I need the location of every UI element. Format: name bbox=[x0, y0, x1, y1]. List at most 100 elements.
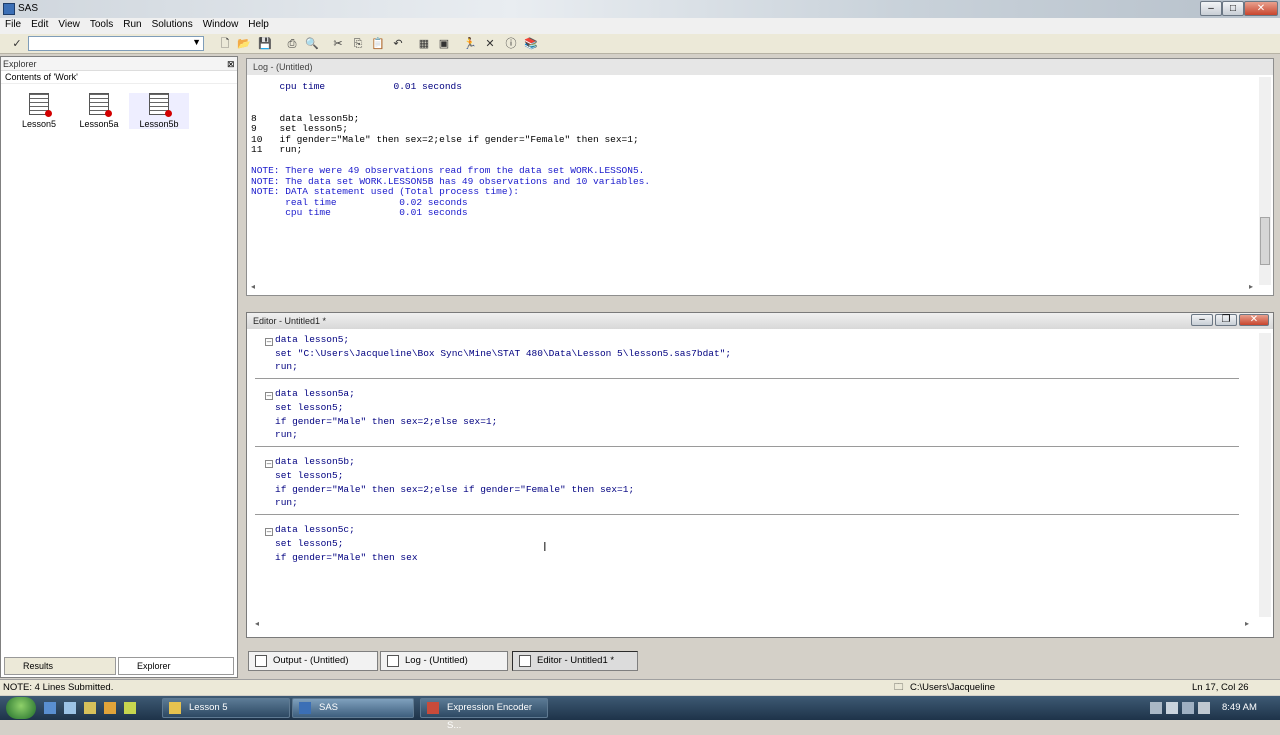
close-icon[interactable]: ⊠ bbox=[227, 59, 235, 70]
copy-icon[interactable]: ⎘ bbox=[351, 37, 365, 51]
editor-restore-button[interactable]: ❐ bbox=[1215, 314, 1237, 326]
collapse-icon[interactable]: – bbox=[265, 528, 273, 537]
code-line: set lesson5; bbox=[275, 538, 344, 549]
tab-results[interactable]: Results bbox=[4, 657, 116, 675]
editor-close-button[interactable]: ✕ bbox=[1239, 314, 1269, 326]
scroll-left-icon[interactable]: ◂ bbox=[251, 282, 255, 291]
menu-solutions[interactable]: Solutions bbox=[147, 18, 198, 31]
close-button[interactable]: ✕ bbox=[1244, 1, 1278, 16]
code-line: if gender="Male" then sex bbox=[275, 551, 418, 563]
print-icon[interactable]: ⎙ bbox=[285, 37, 299, 51]
log-line: 10 if gender="Male" then sex=2;else if g… bbox=[251, 133, 639, 145]
code-line: set "C:\Users\Jacqueline\Box Sync\Mine\S… bbox=[275, 347, 732, 359]
tab-log[interactable]: Log - (Untitled) bbox=[380, 651, 508, 671]
libraries-icon[interactable]: ▦ bbox=[417, 37, 431, 51]
quicklaunch-desktop-icon[interactable] bbox=[64, 702, 76, 714]
scroll-left-icon[interactable]: ◂ bbox=[255, 619, 259, 628]
log-scroll-thumb[interactable] bbox=[1260, 217, 1270, 265]
code-line: set lesson5; bbox=[275, 402, 344, 413]
collapse-icon[interactable]: – bbox=[265, 392, 273, 401]
checkmark-icon[interactable]: ✓ bbox=[10, 37, 24, 51]
taskbar-label: SAS bbox=[319, 702, 339, 713]
explorer-title: Explorer bbox=[1, 57, 237, 71]
explorer-icon[interactable]: ▣ bbox=[437, 37, 451, 51]
menu-file[interactable]: File bbox=[0, 18, 26, 31]
taskbar-item-sas[interactable]: SAS bbox=[292, 698, 414, 718]
tab-explorer-label: Explorer bbox=[137, 661, 171, 671]
tab-output[interactable]: Output - (Untitled) bbox=[248, 651, 378, 671]
minimize-button[interactable]: – bbox=[1200, 1, 1222, 16]
log-scrollbar[interactable] bbox=[1259, 77, 1271, 285]
scroll-right-icon[interactable]: ▸ bbox=[1245, 619, 1249, 628]
collapse-icon[interactable]: – bbox=[265, 460, 273, 469]
text-cursor-icon: I bbox=[543, 539, 547, 554]
quicklaunch-chrome-icon[interactable] bbox=[124, 702, 136, 714]
menu-tools[interactable]: Tools bbox=[85, 18, 118, 31]
log-line: cpu time 0.01 seconds bbox=[251, 207, 468, 218]
clock[interactable]: 8:49 AM bbox=[1222, 702, 1257, 713]
log-window-icon bbox=[387, 655, 399, 667]
menu-bar: File Edit View Tools Run Solutions Window Help bbox=[0, 18, 1280, 34]
collapse-icon[interactable]: – bbox=[265, 338, 273, 346]
maximize-button[interactable]: □ bbox=[1222, 1, 1244, 16]
paste-icon[interactable]: 📋 bbox=[371, 37, 385, 51]
dataset-label: Lesson5 bbox=[21, 119, 57, 129]
menu-help[interactable]: Help bbox=[243, 18, 274, 31]
scroll-right-icon[interactable]: ▸ bbox=[1249, 282, 1253, 291]
dataset-item[interactable]: Lesson5a bbox=[69, 93, 129, 129]
sas-app-icon bbox=[3, 3, 15, 15]
menu-view[interactable]: View bbox=[53, 18, 85, 31]
log-window[interactable]: Log - (Untitled) cpu time 0.01 seconds 8 … bbox=[246, 58, 1274, 296]
chevron-down-icon[interactable]: ▼ bbox=[192, 37, 201, 47]
quicklaunch-ie-icon[interactable] bbox=[44, 702, 56, 714]
editor-window[interactable]: Editor - Untitled1 * – ❐ ✕ – data lesson5… bbox=[246, 312, 1274, 638]
tab-editor[interactable]: Editor - Untitled1 * bbox=[512, 651, 638, 671]
menu-run[interactable]: Run bbox=[118, 18, 146, 31]
output-window-icon bbox=[255, 655, 267, 667]
print-preview-icon[interactable]: 🔍 bbox=[305, 37, 319, 51]
help-icon[interactable]: ⓘ bbox=[504, 37, 518, 51]
run-icon[interactable]: 🏃 bbox=[463, 37, 477, 51]
dataset-item[interactable]: Lesson5 bbox=[9, 93, 69, 129]
tray-volume-icon[interactable] bbox=[1198, 702, 1210, 714]
tray-network-icon[interactable] bbox=[1182, 702, 1194, 714]
new-icon[interactable]: 🗋 bbox=[218, 37, 232, 51]
dataset-icon bbox=[89, 93, 112, 117]
taskbar-label: Expression Encoder S... bbox=[447, 702, 533, 731]
editor-minimize-button[interactable]: – bbox=[1191, 314, 1213, 326]
explorer-panel: Explorer Contents of 'Work' ⊠ Lesson5 Le… bbox=[0, 56, 238, 678]
block-separator bbox=[255, 513, 1239, 515]
taskbar-item-lesson5[interactable]: Lesson 5 bbox=[162, 698, 290, 718]
break-icon[interactable]: ✕ bbox=[483, 37, 497, 51]
tab-explorer[interactable]: Explorer bbox=[118, 657, 234, 675]
code-line: run; bbox=[275, 429, 298, 441]
dataset-label: Lesson5b bbox=[139, 119, 179, 129]
status-message: NOTE: 4 Lines Submitted. bbox=[3, 682, 114, 693]
start-button[interactable] bbox=[6, 697, 36, 719]
dataset-label: Lesson5a bbox=[79, 119, 119, 129]
tray-display-icon[interactable] bbox=[1166, 702, 1178, 714]
title-bar: SAS – □ ✕ bbox=[0, 0, 1280, 18]
dataset-item[interactable]: Lesson5b bbox=[129, 93, 189, 129]
editor-scrollbar[interactable] bbox=[1259, 333, 1271, 617]
undo-icon[interactable]: ↶ bbox=[391, 37, 405, 51]
log-line: 11 run; bbox=[251, 144, 303, 155]
quicklaunch-explorer-icon[interactable] bbox=[84, 702, 96, 714]
editor-content[interactable]: – data lesson5; set "C:\Users\Jacqueline\B… bbox=[247, 331, 1257, 627]
window-title: SAS bbox=[18, 3, 39, 14]
tray-flag-icon[interactable] bbox=[1150, 702, 1162, 714]
status-position: Ln 17, Col 26 bbox=[1192, 682, 1249, 693]
open-icon[interactable]: 📂 bbox=[237, 37, 251, 51]
tab-results-label: Results bbox=[23, 661, 54, 671]
quicklaunch-firefox-icon[interactable] bbox=[104, 702, 116, 714]
books-icon[interactable]: 📚 bbox=[524, 37, 538, 51]
status-bar: NOTE: 4 Lines Submitted. 🗀 C:\Users\Jacq… bbox=[0, 679, 1280, 695]
command-box[interactable]: ▼ bbox=[28, 36, 204, 51]
editor-window-title: Editor - Untitled1 * bbox=[247, 313, 1273, 329]
save-icon[interactable]: 💾 bbox=[258, 37, 272, 51]
taskbar-item-encoder[interactable]: Expression Encoder S... bbox=[420, 698, 548, 731]
menu-edit[interactable]: Edit bbox=[26, 18, 53, 31]
menu-window[interactable]: Window bbox=[198, 18, 244, 31]
cut-icon[interactable]: ✂ bbox=[331, 37, 345, 51]
